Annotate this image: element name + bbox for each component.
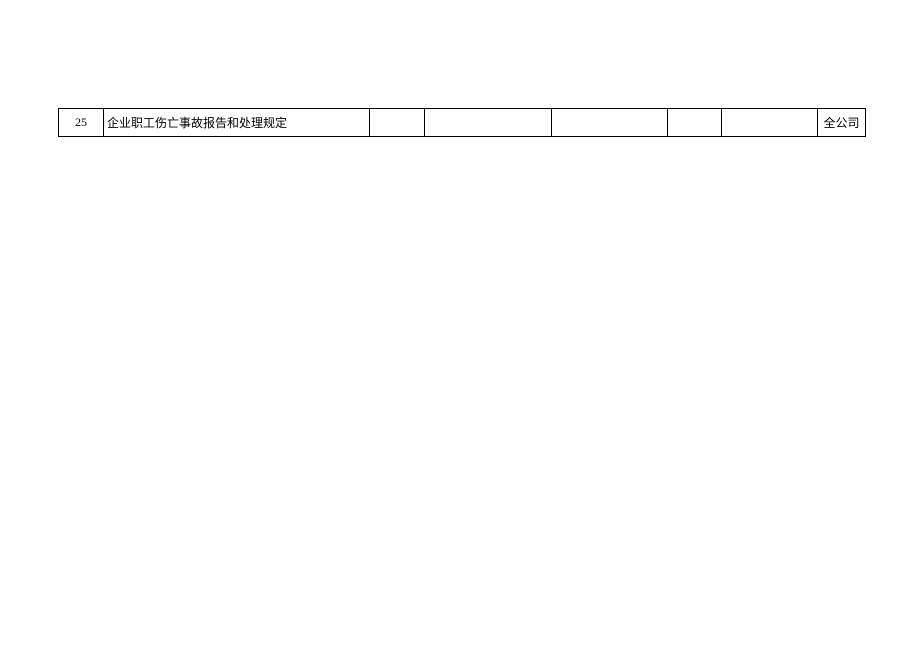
cell-c6 [668, 109, 722, 137]
cell-scope: 全公司 [818, 109, 866, 137]
document-page: 25 企业职工伤亡事故报告和处理规定 全公司 [0, 0, 920, 651]
cell-c3 [370, 109, 425, 137]
cell-c5 [552, 109, 668, 137]
cell-c4 [425, 109, 552, 137]
cell-title: 企业职工伤亡事故报告和处理规定 [104, 109, 370, 137]
regulations-table: 25 企业职工伤亡事故报告和处理规定 全公司 [58, 108, 866, 137]
cell-index: 25 [59, 109, 104, 137]
table-row: 25 企业职工伤亡事故报告和处理规定 全公司 [59, 109, 866, 137]
cell-c7 [722, 109, 818, 137]
